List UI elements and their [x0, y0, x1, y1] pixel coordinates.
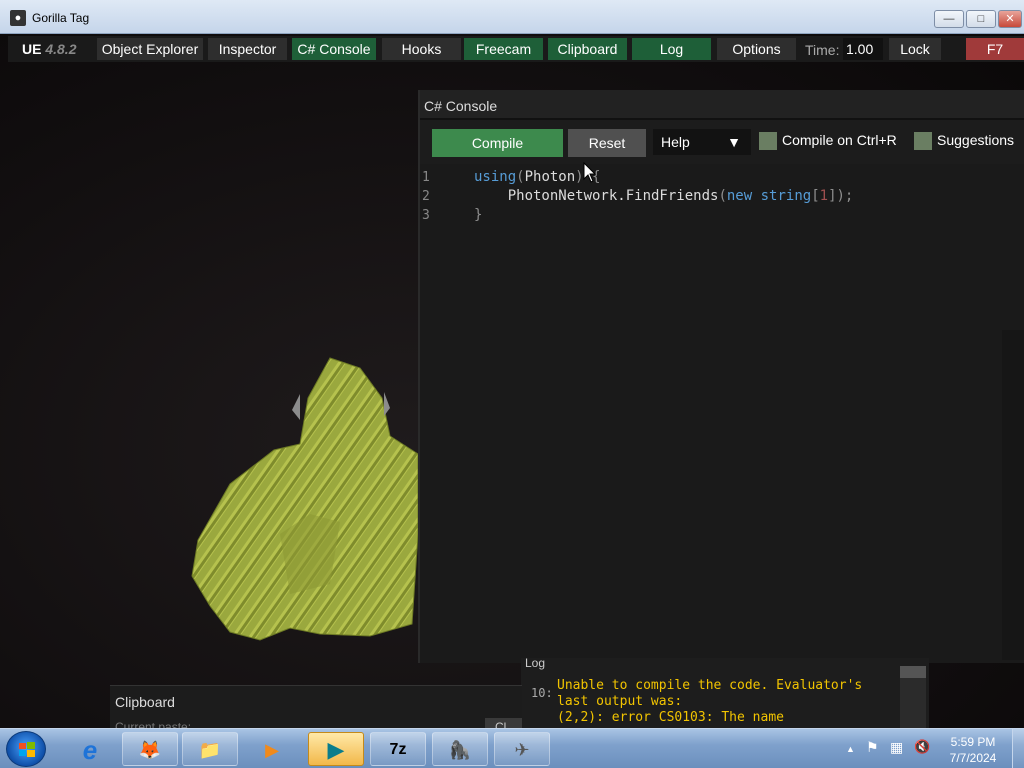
reset-button[interactable]: Reset [568, 129, 646, 157]
console-controls: Compile Reset Help ▼ Compile on Ctrl+R S… [420, 120, 1024, 160]
media-player-icon: ▶ [265, 740, 279, 760]
taskbar-firefox[interactable]: 🦊 [122, 732, 178, 766]
close-button[interactable]: ✕ [998, 10, 1022, 28]
clock-time: 5:59 PM [950, 735, 996, 749]
show-desktop-button[interactable] [1012, 729, 1024, 768]
f7-toggle-button[interactable]: F7 [966, 38, 1024, 60]
ue-logo: UE 4.8.2 [22, 41, 77, 57]
lock-button[interactable]: Lock [889, 38, 941, 60]
line-number: 1 [422, 170, 430, 185]
help-dropdown[interactable]: Help ▼ [653, 129, 751, 155]
suggestions-checkbox[interactable] [914, 132, 932, 150]
taskbar-explorer[interactable]: 📁 [182, 732, 238, 766]
help-dropdown-label: Help [661, 134, 690, 150]
window-titlebar[interactable]: ● Gorilla Tag — □ ✕ [0, 0, 1024, 34]
taskbar-gorilla-tag[interactable]: 🦍 [432, 732, 488, 766]
line-number-gutter: 1 2 3 [420, 168, 436, 225]
compile-on-ctrl-r-checkbox[interactable] [759, 132, 777, 150]
log-title: Log [525, 658, 546, 670]
code-editor[interactable]: 1 2 3 using(Photon) { PhotonNetwork.Find… [420, 162, 1024, 663]
firefox-icon: 🦊 [138, 740, 162, 760]
taskbar-clock[interactable]: 5:59 PM 7/7/2024 [938, 734, 1008, 766]
compile-on-ctrl-r-label: Compile on Ctrl+R [782, 132, 897, 148]
clipboard-panel: Clipboard Current paste: Cl [110, 685, 522, 729]
line-number: 3 [422, 208, 430, 223]
start-button[interactable] [6, 731, 46, 767]
window-title: Gorilla Tag [32, 11, 90, 25]
ue-toolbar: UE 4.8.2 Object Explorer Inspector C# Co… [8, 36, 1024, 62]
log-entry-message: Unable to compile the code. Evaluator's … [557, 678, 863, 725]
folder-icon: 📁 [198, 740, 222, 760]
windows-logo-icon [19, 742, 35, 757]
compile-button[interactable]: Compile [432, 129, 563, 157]
action-center-flag-icon[interactable]: ⚑ [866, 739, 879, 756]
suggestions-label: Suggestions [937, 132, 1015, 148]
taskbar-app-tool[interactable]: ✈ [494, 732, 550, 766]
log-entry-number: 10: [531, 686, 553, 700]
clipboard-title: Clipboard [115, 694, 175, 710]
tab-inspector[interactable]: Inspector [208, 38, 287, 60]
taskbar-7zip[interactable]: 7z [370, 732, 426, 766]
network-icon[interactable]: ▦ [890, 739, 903, 756]
tab-hooks[interactable]: Hooks [382, 38, 461, 60]
ue-version: 4.8.2 [45, 41, 77, 57]
tab-log[interactable]: Log [632, 38, 711, 60]
taskbar-media-player[interactable]: ▶ [244, 732, 300, 766]
mouse-cursor-icon [583, 162, 597, 183]
clock-date: 7/7/2024 [949, 751, 997, 765]
time-scale-label: Time: [805, 42, 840, 58]
internet-explorer-icon: e [82, 735, 98, 765]
time-scale-input[interactable]: 1.00 [843, 38, 883, 60]
console-scrollbar[interactable] [1002, 330, 1024, 660]
taskbar-ie[interactable]: e [62, 732, 118, 766]
csharp-console-panel: C# Console Compile Reset Help ▼ Compile … [418, 90, 1024, 663]
tab-csharp-console[interactable]: C# Console [292, 38, 376, 60]
maximize-button[interactable]: □ [966, 10, 996, 28]
log-scrollbar-thumb[interactable] [900, 666, 926, 678]
tab-object-explorer[interactable]: Object Explorer [97, 38, 203, 60]
console-title: C# Console [424, 98, 498, 114]
7zip-icon: 7z [389, 741, 407, 758]
log-panel: Log 10: Unable to compile the code. Eval… [521, 658, 929, 728]
tab-options[interactable]: Options [717, 38, 796, 60]
tab-clipboard[interactable]: Clipboard [548, 38, 627, 60]
gorilla-tag-icon: 🦍 [448, 740, 472, 760]
line-number: 2 [422, 189, 430, 204]
minimize-button[interactable]: — [934, 10, 964, 28]
show-hidden-icons-arrow-icon[interactable]: ▲ [846, 744, 855, 754]
gorilla-character [191, 357, 419, 641]
windows-taskbar: e 🦊 📁 ▶ ▶ 7z 🦍 ✈ ▲ ⚑ ▦ 🔇 5:59 PM 7/7/202… [0, 728, 1024, 768]
rocket-icon: ✈ [514, 740, 530, 760]
taskbar-game-launcher[interactable]: ▶ [308, 732, 364, 766]
game-launcher-icon: ▶ [327, 737, 345, 762]
tab-freecam[interactable]: Freecam [464, 38, 543, 60]
gorilla-tag-app-icon: ● [10, 10, 26, 26]
console-header[interactable]: C# Console [420, 90, 1024, 120]
code-line-3: } [474, 207, 483, 223]
code-line-1: using(Photon) { [474, 169, 601, 185]
code-text[interactable]: using(Photon) { PhotonNetwork.FindFriend… [474, 168, 853, 225]
code-line-2: PhotonNetwork.FindFriends(new string[1])… [507, 188, 854, 204]
volume-muted-icon[interactable]: 🔇 [914, 739, 930, 755]
chevron-down-icon: ▼ [727, 134, 741, 150]
